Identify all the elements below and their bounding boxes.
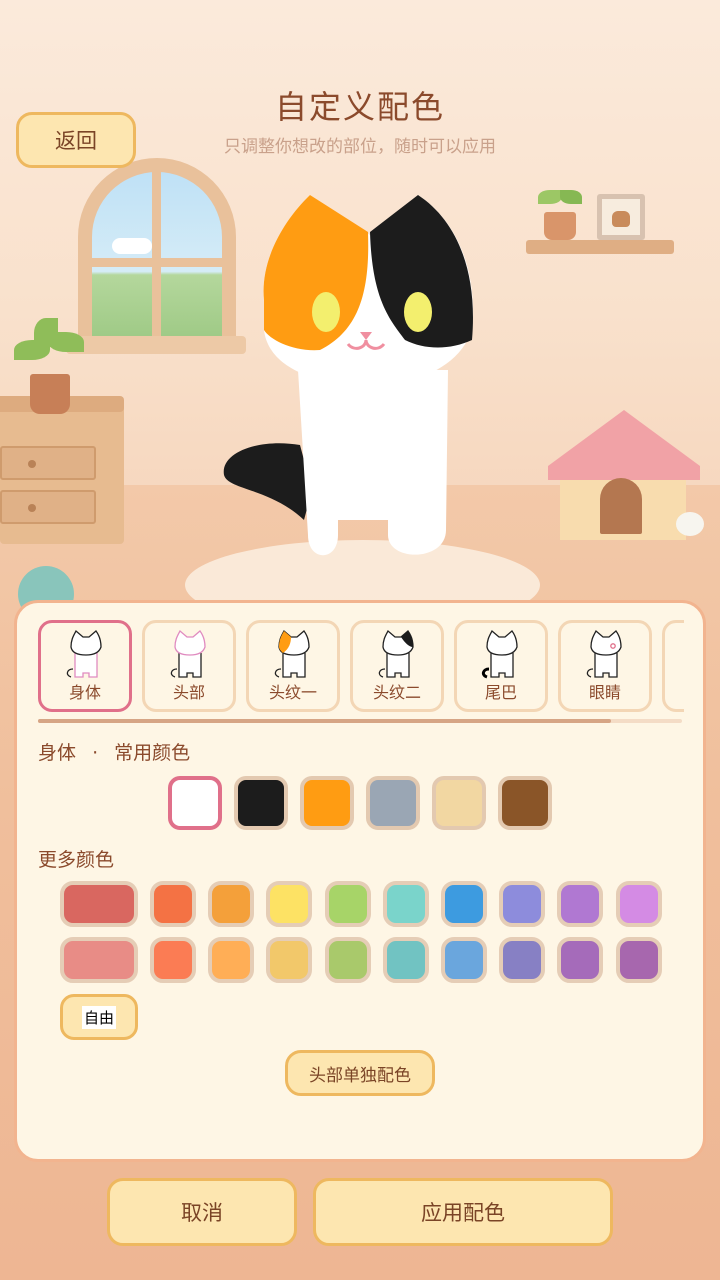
more-color-swatch[interactable] <box>208 881 254 927</box>
cat-tail <box>223 443 312 520</box>
more-color-swatch[interactable] <box>325 937 371 983</box>
wall-shelf <box>526 240 674 254</box>
tab-label: 头纹二 <box>372 683 421 702</box>
selected-part-name: 身体 <box>38 742 77 764</box>
cat-body <box>298 370 448 556</box>
more-color-swatch[interactable] <box>441 881 487 927</box>
tab-head-pattern-1[interactable]: 头纹一 <box>246 620 340 712</box>
more-color-swatch[interactable] <box>266 937 312 983</box>
cat-left-eye <box>312 292 340 332</box>
common-colors-heading: 常用颜色 <box>114 742 191 764</box>
cat-eyes-icon <box>586 629 622 678</box>
free-color-label: 自由 <box>81 1005 116 1029</box>
more-color-swatch[interactable] <box>383 937 429 983</box>
tab-label: 头纹一 <box>268 683 317 702</box>
more-color-swatch[interactable] <box>150 937 196 983</box>
apply-colors-button[interactable]: 应用配色 <box>313 1178 613 1246</box>
part-tabs: 身体 头部 头纹一 头纹二 尾巴 眼睛 <box>38 620 684 714</box>
more-color-swatch[interactable] <box>499 937 545 983</box>
common-color-swatch[interactable] <box>300 776 354 830</box>
common-color-swatch[interactable] <box>366 776 420 830</box>
free-color-button[interactable]: 自由 <box>60 994 138 1040</box>
more-color-swatch[interactable] <box>557 937 603 983</box>
more-color-swatch[interactable] <box>208 937 254 983</box>
more-color-swatch[interactable] <box>60 937 138 983</box>
more-colors-label: 更多颜色 <box>38 849 115 871</box>
cat-tail-icon <box>481 629 518 679</box>
cat-body-icon <box>66 629 102 678</box>
window-sill <box>66 336 246 354</box>
common-colors-label: 身体 · 常用颜色 <box>38 738 190 765</box>
picture-frame <box>597 194 645 240</box>
cat-right-eye <box>404 292 432 332</box>
back-button[interactable]: 返回 <box>16 112 136 168</box>
tab-label: 身体 <box>68 683 101 702</box>
more-color-swatch[interactable] <box>325 881 371 927</box>
more-color-swatch[interactable] <box>60 881 138 927</box>
tab-label: 眼睛 <box>588 683 621 702</box>
common-color-swatch[interactable] <box>432 776 486 830</box>
window <box>78 158 236 346</box>
tab-eyes[interactable]: 眼睛 <box>558 620 652 712</box>
tab-tail[interactable]: 尾巴 <box>454 620 548 712</box>
more-color-swatch[interactable] <box>616 881 662 927</box>
more-color-swatch[interactable] <box>266 881 312 927</box>
tab-more[interactable] <box>662 620 684 712</box>
cat-head-pattern-2-icon <box>378 629 414 678</box>
more-color-swatch[interactable] <box>441 937 487 983</box>
more-color-swatch[interactable] <box>499 881 545 927</box>
cat-head-pattern-1-icon <box>274 629 310 678</box>
shelf-plant <box>544 212 576 240</box>
cat-head-icon <box>170 629 206 678</box>
tab-scrollbar-thumb[interactable] <box>38 719 611 723</box>
tab-label: 头部 <box>172 683 205 702</box>
cancel-button[interactable]: 取消 <box>107 1178 297 1246</box>
tab-head-pattern-2[interactable]: 头纹二 <box>350 620 444 712</box>
cat-preview <box>223 195 473 556</box>
tab-body[interactable]: 身体 <box>38 620 132 712</box>
more-color-swatch[interactable] <box>616 937 662 983</box>
common-color-swatch[interactable] <box>234 776 288 830</box>
common-color-swatch[interactable] <box>498 776 552 830</box>
potted-plant <box>30 374 70 414</box>
toy-ball <box>676 512 704 536</box>
common-color-swatch[interactable] <box>168 776 222 830</box>
more-color-swatch[interactable] <box>150 881 196 927</box>
more-color-swatch[interactable] <box>557 881 603 927</box>
cabinet <box>0 396 124 544</box>
more-color-swatch[interactable] <box>383 881 429 927</box>
head-separate-color-button[interactable]: 头部单独配色 <box>285 1050 435 1096</box>
tab-head[interactable]: 头部 <box>142 620 236 712</box>
tab-label: 尾巴 <box>484 683 517 702</box>
label-separator: · <box>92 742 99 764</box>
